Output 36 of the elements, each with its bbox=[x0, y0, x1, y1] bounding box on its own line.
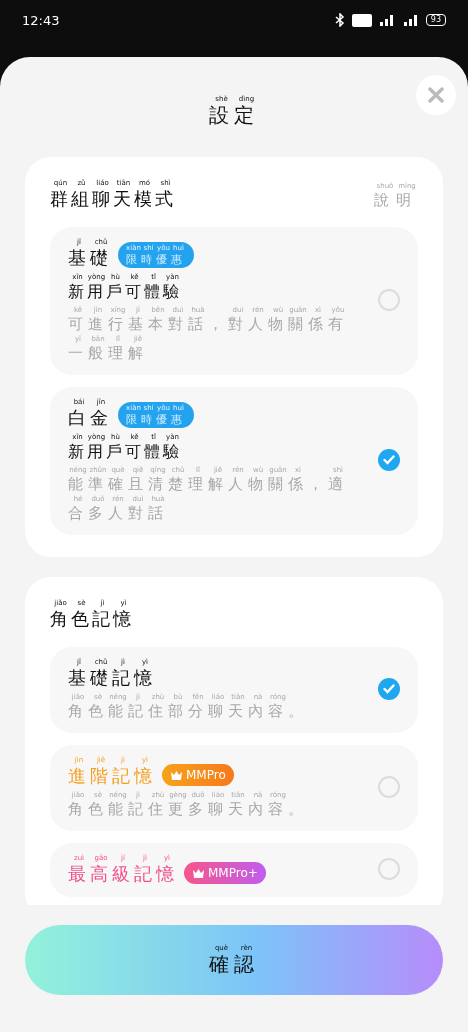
bluetooth-icon bbox=[333, 13, 346, 27]
section-heading: 群組聊天模式 bbox=[50, 188, 176, 209]
badge-label: 限時優惠 bbox=[126, 252, 186, 267]
option-subtitle: 新用戶可體驗 bbox=[68, 442, 182, 461]
badge-label: 限時優惠 bbox=[126, 412, 186, 427]
clock: 12:43 bbox=[22, 12, 60, 28]
check-icon bbox=[383, 684, 395, 694]
sheet-title: 設定 bbox=[209, 104, 259, 127]
crown-icon bbox=[192, 867, 205, 879]
option-name: 進階記憶 bbox=[68, 765, 156, 786]
option-description: 能準確且清楚理解人物關係，適 bbox=[68, 475, 348, 493]
close-button[interactable] bbox=[416, 75, 456, 115]
option-name: 基礎 bbox=[68, 247, 112, 268]
radio-button[interactable] bbox=[378, 289, 400, 311]
option-description: 角色能記住部分聊天內容。 bbox=[68, 702, 308, 720]
option-description: 可進行基本對話，對人物關係有 bbox=[68, 315, 348, 333]
radio-button[interactable] bbox=[378, 678, 400, 700]
section-heading: 角色記憶 bbox=[50, 608, 134, 629]
radio-button[interactable] bbox=[378, 858, 400, 880]
radio-button[interactable] bbox=[378, 449, 400, 471]
crown-icon bbox=[170, 769, 183, 781]
radio-button[interactable] bbox=[378, 776, 400, 798]
option-description: 一般理解 bbox=[68, 344, 148, 362]
option-name: 白金 bbox=[68, 407, 112, 428]
signal-icon bbox=[377, 14, 396, 26]
close-icon bbox=[428, 87, 444, 103]
battery-indicator: 93 bbox=[425, 14, 446, 26]
badge-label: MMPro bbox=[186, 768, 226, 782]
option-description: 角色能記住更多聊天內容。 bbox=[68, 800, 308, 818]
check-icon bbox=[383, 455, 395, 465]
signal-icon bbox=[401, 14, 420, 26]
option-description: 合多人對話 bbox=[68, 504, 168, 522]
option-name: 基礎記憶 bbox=[68, 667, 156, 688]
badge-label: MMPro+ bbox=[208, 866, 258, 880]
option-name: 最高級記憶 bbox=[68, 863, 178, 884]
option-subtitle: 新用戶可體驗 bbox=[68, 282, 182, 301]
